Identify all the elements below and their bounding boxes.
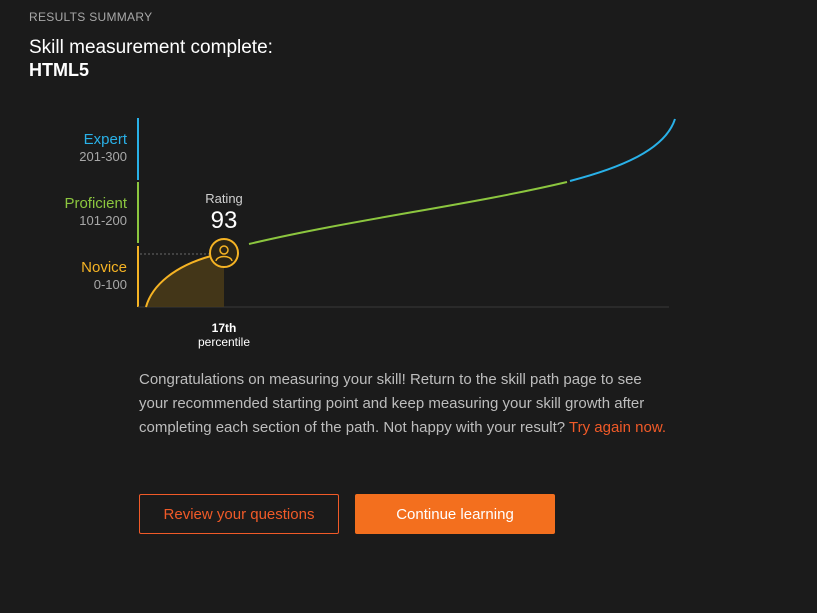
level-name-expert: Expert [84,131,128,148]
level-range-novice: 0-100 [94,277,127,292]
result-message: Congratulations on measuring your skill!… [139,368,669,440]
skill-chart: Expert 201-300 Proficient 101-200 Novice… [64,118,676,349]
level-name-proficient: Proficient [64,195,127,212]
level-name-novice: Novice [81,259,127,276]
level-range-proficient: 101-200 [79,213,127,228]
percentile-label: percentile [198,335,250,349]
rating-value: 93 [211,207,238,234]
rating-label: Rating [205,191,243,206]
continue-learning-button[interactable]: Continue learning [355,494,555,534]
level-range-expert: 201-300 [79,149,127,164]
rating-marker [209,238,239,268]
curve-proficient-segment [248,181,568,245]
curve-expert-segment [569,118,676,182]
percentile-value: 17th [212,321,237,335]
review-questions-button[interactable]: Review your questions [139,494,339,534]
try-again-link[interactable]: Try again now. [569,419,666,436]
